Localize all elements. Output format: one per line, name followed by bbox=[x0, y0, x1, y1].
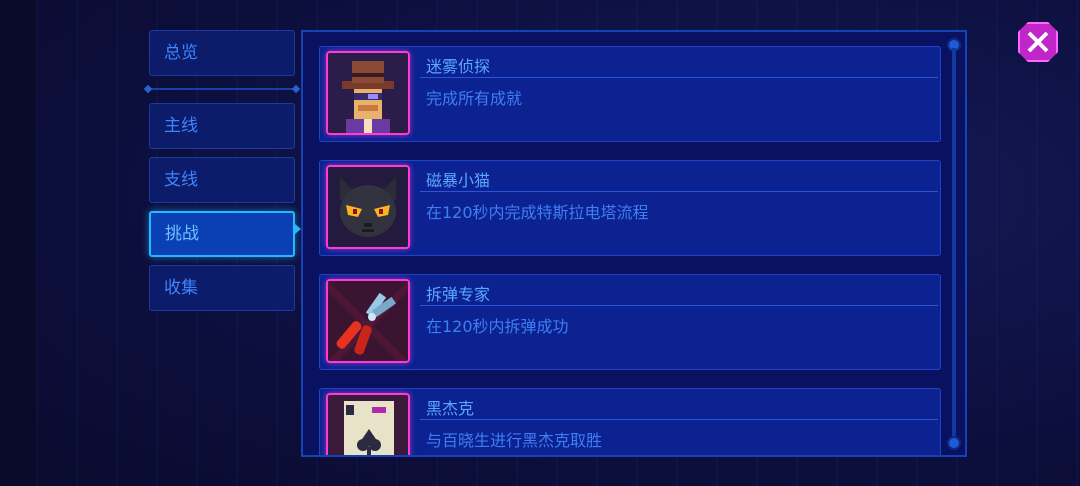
detective-icon bbox=[326, 51, 410, 135]
tab-label: 收集 bbox=[164, 278, 198, 298]
achievement-title: 迷雾侦探 bbox=[426, 57, 491, 76]
wire-cutter-icon bbox=[326, 279, 410, 363]
achievement-title: 拆弹专家 bbox=[426, 285, 491, 304]
achievement-row[interactable]: 拆弹专家 在120秒内拆弹成功 bbox=[319, 274, 941, 370]
scrollbar[interactable] bbox=[949, 40, 959, 448]
achievement-row[interactable]: 磁暴小猫 在120秒内完成特斯拉电塔流程 bbox=[319, 160, 941, 256]
divider bbox=[420, 191, 938, 192]
playing-card-icon bbox=[326, 393, 410, 455]
tab-label: 挑战 bbox=[165, 224, 199, 244]
achievement-description: 在120秒内拆弹成功 bbox=[426, 317, 569, 336]
achievement-title: 黑杰克 bbox=[426, 399, 475, 418]
achievement-description: 完成所有成就 bbox=[426, 89, 523, 108]
tab-label: 主线 bbox=[164, 116, 198, 136]
tab-main-quest[interactable]: 主线 bbox=[149, 103, 295, 149]
tab-label: 支线 bbox=[164, 170, 198, 190]
scrollbar-bottom-cap bbox=[949, 438, 959, 448]
divider bbox=[420, 77, 938, 78]
tab-collection[interactable]: 收集 bbox=[149, 265, 295, 311]
divider bbox=[420, 419, 938, 420]
tab-overview[interactable]: 总览 bbox=[149, 30, 295, 76]
black-cat-icon bbox=[326, 165, 410, 249]
close-button[interactable] bbox=[1018, 22, 1058, 62]
tab-label: 总览 bbox=[164, 43, 198, 63]
achievement-description: 在120秒内完成特斯拉电塔流程 bbox=[426, 203, 649, 222]
tab-side-quest[interactable]: 支线 bbox=[149, 157, 295, 203]
achievement-row[interactable]: 黑杰克 与百晓生进行黑杰克取胜 bbox=[319, 388, 941, 455]
achievement-row[interactable]: 迷雾侦探 完成所有成就 bbox=[319, 46, 941, 142]
achievement-list-panel[interactable]: 迷雾侦探 完成所有成就 磁暴小猫 在120秒内完成特斯拉电塔流程 拆弹专家 在1… bbox=[301, 30, 967, 457]
scrollbar-track[interactable] bbox=[952, 48, 956, 438]
achievement-description: 与百晓生进行黑杰克取胜 bbox=[426, 431, 603, 450]
tab-divider bbox=[147, 88, 297, 90]
achievement-title: 磁暴小猫 bbox=[426, 171, 491, 190]
close-icon bbox=[1027, 31, 1049, 53]
tab-challenge[interactable]: 挑战 bbox=[149, 211, 295, 257]
divider bbox=[420, 305, 938, 306]
